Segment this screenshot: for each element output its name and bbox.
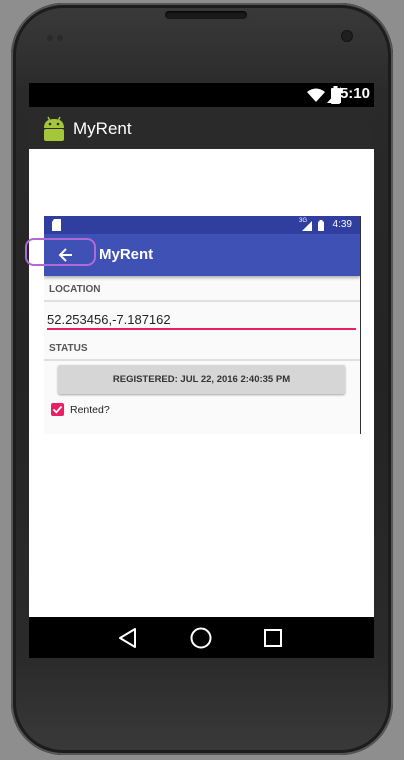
inner-status-time: 4:39	[332, 219, 352, 230]
status-bar: 5:10	[29, 83, 374, 107]
front-camera	[341, 30, 353, 42]
status-time: 5:10	[339, 85, 370, 102]
battery-icon	[331, 86, 340, 104]
status-header: STATUS	[44, 337, 360, 361]
android-logo-icon	[44, 116, 64, 141]
app-title: MyRent	[73, 119, 132, 138]
status-header-label: STATUS	[49, 343, 88, 354]
inner-title: MyRent	[99, 246, 154, 263]
rented-label: Rented?	[70, 404, 110, 416]
wifi-icon	[307, 88, 325, 102]
location-field-underline	[47, 328, 356, 330]
sensor-dot	[47, 35, 53, 41]
signal-icon	[302, 221, 312, 231]
location-field[interactable]: 52.253456,-7.187162	[47, 312, 171, 327]
registered-date-button[interactable]: REGISTERED: JUL 22, 2016 2:40:35 PM	[58, 365, 345, 394]
back-arrow-icon[interactable]	[58, 247, 74, 263]
app-action-bar: MyRent	[29, 107, 374, 149]
recents-icon[interactable]	[264, 629, 282, 647]
sensor-dot	[57, 35, 63, 41]
location-header: LOCATION	[44, 278, 360, 302]
check-icon	[52, 405, 63, 414]
inner-status-bar: 3G 4:39	[44, 216, 360, 234]
home-icon[interactable]	[190, 627, 212, 649]
sd-card-icon	[52, 219, 61, 231]
app-screenshot: 3G 4:39 MyRent LOCATION 52.253456,-7.187…	[44, 216, 360, 434]
speaker-grille	[165, 11, 247, 19]
device-screen: 5:10 MyRent 3G 4:39 MyRent LOCATION 52.2…	[29, 83, 374, 658]
battery-icon	[318, 220, 324, 231]
location-header-label: LOCATION	[49, 284, 101, 295]
navigation-bar	[29, 617, 374, 658]
inner-toolbar: MyRent	[44, 234, 360, 276]
back-icon[interactable]	[118, 628, 138, 648]
rented-checkbox[interactable]	[51, 403, 64, 416]
